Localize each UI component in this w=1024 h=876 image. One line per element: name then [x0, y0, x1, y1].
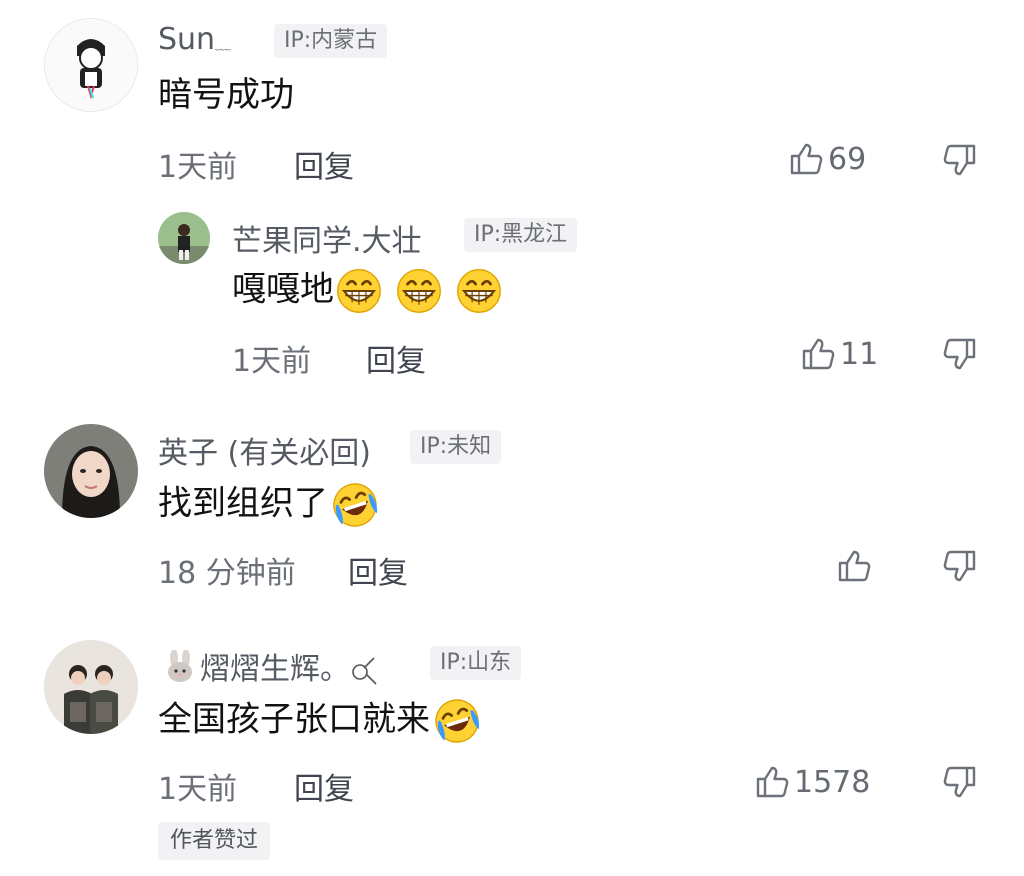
cartoon-girl-avatar-icon [45, 19, 137, 111]
reply-button[interactable]: 回复 [348, 548, 408, 592]
photo-avatar-icon [158, 212, 210, 264]
ip-location-badge: IP:黑龙江 [464, 218, 578, 252]
comment-text: 全国孩子张口就来 [158, 696, 482, 746]
thumbs-up-icon [788, 141, 824, 177]
thumbs-down-icon [942, 142, 978, 178]
comment-text: 暗号成功 [158, 75, 294, 115]
thumbs-down-icon [942, 764, 978, 800]
rabbit-icon [162, 648, 200, 692]
dislike-button[interactable] [942, 764, 978, 804]
author-liked-badge: 作者赞过 [158, 822, 271, 860]
thumbs-up-icon [836, 548, 872, 584]
comment-time: 1天前 [232, 344, 312, 379]
ip-location-badge: IP:未知 [410, 430, 502, 464]
ip-location-badge: IP:内蒙古 [274, 24, 388, 58]
reply-button[interactable]: 回复 [366, 336, 426, 380]
like-count: 11 [840, 336, 879, 372]
like-button[interactable]: 69 [788, 141, 866, 177]
comment-username[interactable]: Sun﹏ [158, 22, 231, 57]
grinning-emoji [456, 268, 502, 314]
avatar[interactable] [44, 18, 138, 112]
reply-button[interactable]: 回复 [294, 764, 354, 808]
scissors-icon [352, 656, 377, 685]
grinning-emoji [396, 268, 442, 314]
thumbs-down-icon [942, 548, 978, 584]
like-count: 1578 [794, 764, 871, 800]
comment-text: 找到组织了 [158, 480, 380, 530]
comment-time: 18 分钟前 [158, 556, 296, 591]
dislike-button[interactable] [942, 336, 978, 376]
ip-location-badge: IP:山东 [430, 646, 522, 680]
comment-time: 1天前 [158, 772, 238, 807]
laughing-tears-emoji [432, 696, 482, 746]
grinning-emoji [336, 268, 382, 314]
avatar[interactable] [44, 424, 138, 518]
like-button[interactable]: 1578 [754, 764, 870, 800]
dislike-button[interactable] [942, 548, 978, 588]
comment-time: 1天前 [158, 150, 238, 185]
reply-button[interactable]: 回复 [294, 142, 354, 186]
laughing-tears-emoji [330, 480, 380, 530]
like-button[interactable]: 11 [800, 336, 878, 372]
like-button[interactable] [836, 548, 876, 584]
dislike-button[interactable] [942, 142, 978, 182]
comment-username[interactable]: 熠熠生辉。 [162, 644, 380, 692]
comment-username[interactable]: 芒果同学.大壮 [232, 216, 422, 260]
photo-avatar-icon [44, 640, 138, 734]
avatar[interactable] [44, 640, 138, 734]
photo-avatar-icon [44, 424, 138, 518]
avatar[interactable] [158, 212, 210, 264]
like-count: 69 [828, 141, 867, 177]
thumbs-down-icon [942, 336, 978, 372]
thumbs-up-icon [800, 336, 836, 372]
comment-text: 嘎嘎地 [232, 268, 502, 314]
comment-username[interactable]: 英子 (有关必回) [158, 428, 371, 472]
thumbs-up-icon [754, 764, 790, 800]
